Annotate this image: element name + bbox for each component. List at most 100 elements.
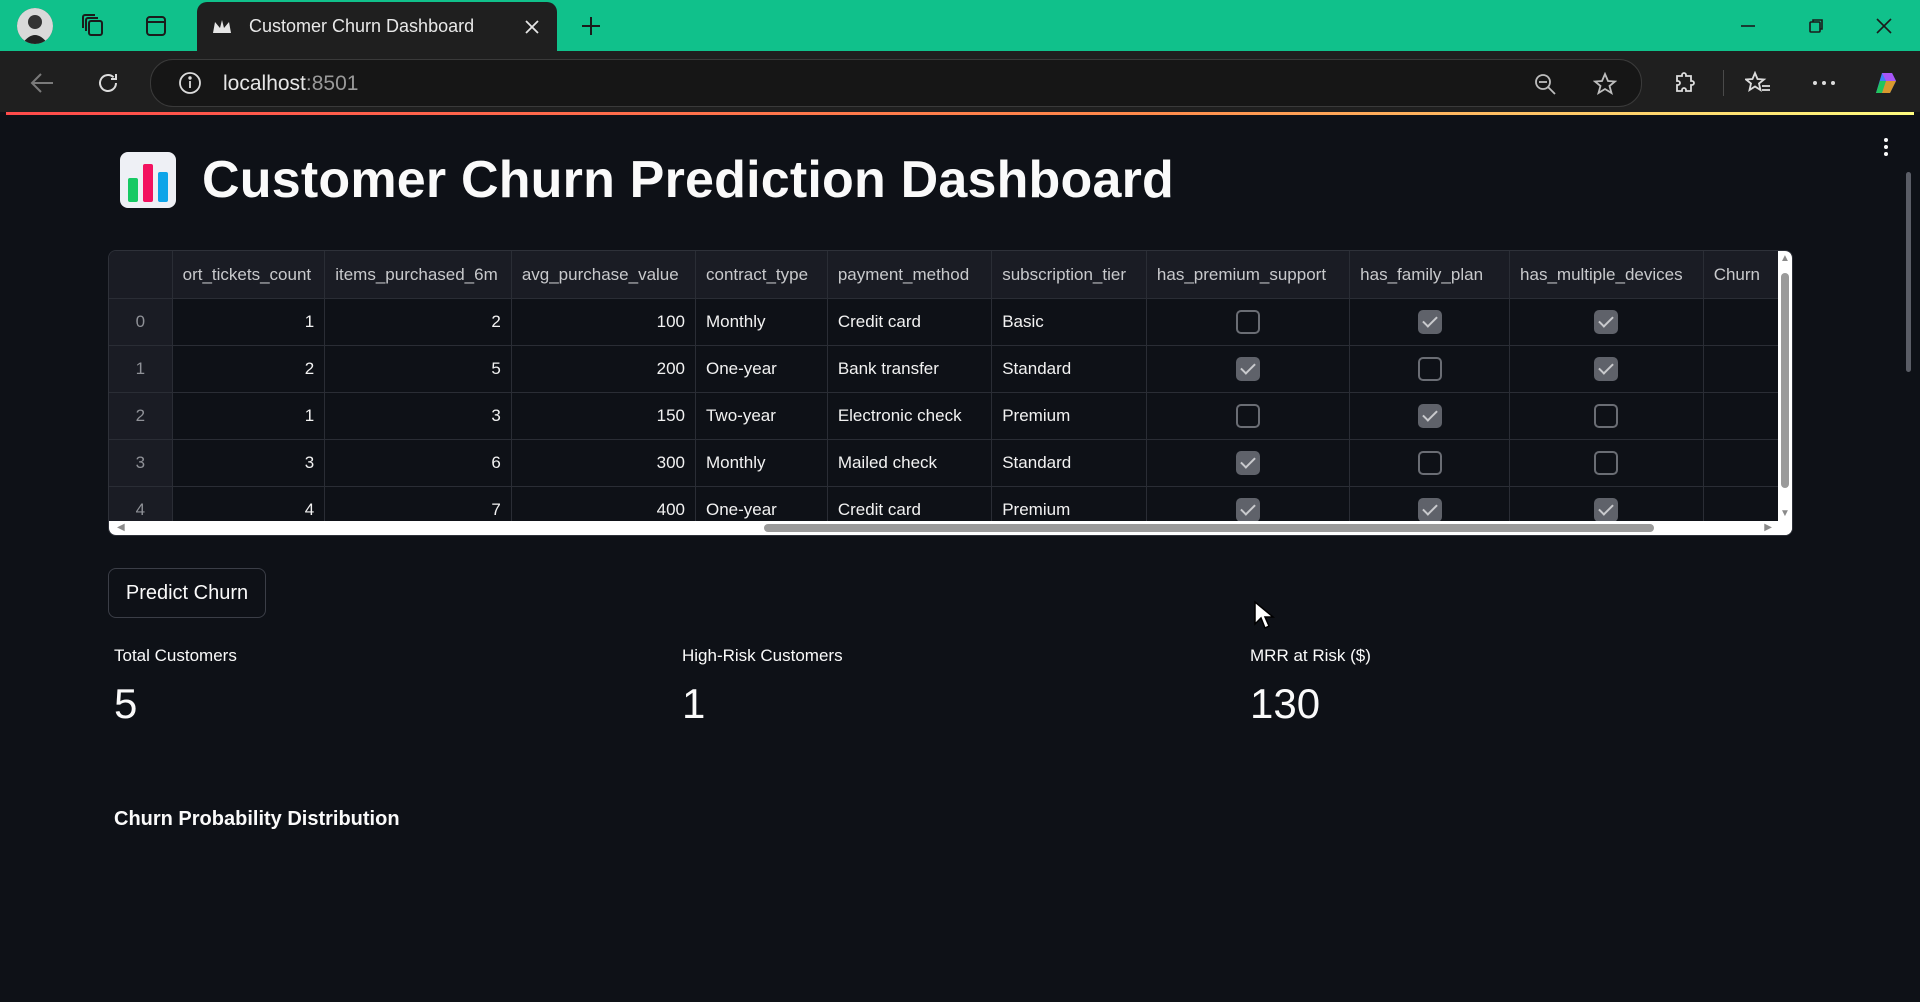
items-purchased-cell[interactable]: 2 xyxy=(324,298,512,346)
family-plan-checkbox[interactable] xyxy=(1417,451,1442,475)
multiple-devices-checkbox-cell[interactable] xyxy=(1509,439,1704,487)
profile-avatar[interactable] xyxy=(17,8,53,44)
avg-purchase-cell[interactable]: 100 xyxy=(511,298,696,346)
horizontal-scroll-thumb[interactable] xyxy=(764,524,1654,532)
main-menu-icon[interactable] xyxy=(1876,134,1896,160)
premium-support-checkbox-cell[interactable] xyxy=(1146,439,1351,487)
payment-method-cell[interactable]: Bank transfer xyxy=(827,345,993,393)
page-scrollbar[interactable] xyxy=(1906,172,1911,372)
contract-type-cell[interactable]: Two-year xyxy=(695,392,828,440)
column-header-index[interactable] xyxy=(109,251,173,299)
extensions-icon[interactable] xyxy=(1667,65,1703,101)
premium-support-checkbox[interactable] xyxy=(1236,310,1261,334)
support-tickets-cell[interactable]: 3 xyxy=(172,439,326,487)
column-header-family-plan[interactable]: has_family_plan xyxy=(1349,251,1511,299)
restore-icon[interactable] xyxy=(1796,8,1836,44)
contract-type-cell[interactable]: Monthly xyxy=(695,298,828,346)
row-index-cell[interactable]: 1 xyxy=(109,345,173,393)
subscription-tier-cell[interactable]: Basic xyxy=(991,298,1147,346)
multiple-devices-checkbox-cell[interactable] xyxy=(1509,392,1704,440)
copilot-icon[interactable] xyxy=(1868,65,1904,101)
multiple-devices-checkbox-cell[interactable] xyxy=(1509,345,1704,393)
column-header-subscription-tier[interactable]: subscription_tier xyxy=(991,251,1147,299)
favorite-star-icon[interactable] xyxy=(1591,70,1619,98)
premium-support-checkbox[interactable] xyxy=(1236,498,1261,522)
multiple-devices-checkbox[interactable] xyxy=(1594,498,1619,522)
data-frame[interactable]: ort_tickets_count items_purchased_6m avg… xyxy=(108,250,1793,536)
payment-method-cell[interactable]: Mailed check xyxy=(827,439,993,487)
zoom-out-icon[interactable] xyxy=(1531,70,1559,98)
scroll-right-arrow-icon[interactable]: ▶ xyxy=(1764,522,1772,533)
premium-support-checkbox-cell[interactable] xyxy=(1146,392,1351,440)
subscription-tier-cell[interactable]: Premium xyxy=(991,392,1147,440)
avg-purchase-cell[interactable]: 200 xyxy=(511,345,696,393)
multiple-devices-checkbox[interactable] xyxy=(1594,451,1619,475)
favorites-icon[interactable] xyxy=(1740,65,1776,101)
table-row[interactable]: 3 3 6 300 Monthly Mailed check Standard xyxy=(109,439,1792,487)
table-row[interactable]: 0 1 2 100 Monthly Credit card Basic xyxy=(109,298,1792,346)
items-purchased-cell[interactable]: 3 xyxy=(324,392,512,440)
family-plan-checkbox-cell[interactable] xyxy=(1349,345,1511,393)
workspaces-icon[interactable] xyxy=(77,10,109,42)
avg-purchase-cell[interactable]: 300 xyxy=(511,439,696,487)
vertical-scroll-thumb[interactable] xyxy=(1781,273,1789,488)
premium-support-checkbox-cell[interactable] xyxy=(1146,345,1351,393)
row-index-cell[interactable]: 3 xyxy=(109,439,173,487)
subscription-tier-cell[interactable]: Standard xyxy=(991,439,1147,487)
vertical-tabs-icon[interactable] xyxy=(140,10,172,42)
family-plan-checkbox[interactable] xyxy=(1417,310,1442,334)
table-row[interactable]: 2 1 3 150 Two-year Electronic check Premium xyxy=(109,392,1792,440)
column-header-contract-type[interactable]: contract_type xyxy=(695,251,828,299)
premium-support-checkbox[interactable] xyxy=(1236,404,1261,428)
site-info-icon[interactable] xyxy=(177,70,203,96)
payment-method-cell[interactable]: Credit card xyxy=(827,298,993,346)
column-header-support-tickets[interactable]: ort_tickets_count xyxy=(172,251,326,299)
multiple-devices-checkbox[interactable] xyxy=(1594,357,1619,381)
column-header-premium-support[interactable]: has_premium_support xyxy=(1146,251,1351,299)
support-tickets-cell[interactable]: 2 xyxy=(172,345,326,393)
avg-purchase-cell[interactable]: 150 xyxy=(511,392,696,440)
metric-label: MRR at Risk ($) xyxy=(1250,646,1371,665)
scroll-left-arrow-icon[interactable]: ◀ xyxy=(117,522,125,533)
multiple-devices-checkbox[interactable] xyxy=(1594,310,1619,334)
address-bar[interactable]: localhost:8501 xyxy=(150,59,1642,107)
support-tickets-cell[interactable]: 1 xyxy=(172,298,326,346)
contract-type-cell[interactable]: One-year xyxy=(695,345,828,393)
family-plan-checkbox-cell[interactable] xyxy=(1349,392,1511,440)
scroll-down-arrow-icon[interactable]: ▼ xyxy=(1780,508,1790,519)
premium-support-checkbox[interactable] xyxy=(1236,357,1261,381)
row-index-cell[interactable]: 2 xyxy=(109,392,173,440)
subscription-tier-cell[interactable]: Standard xyxy=(991,345,1147,393)
multiple-devices-checkbox[interactable] xyxy=(1594,404,1619,428)
items-purchased-cell[interactable]: 6 xyxy=(324,439,512,487)
items-purchased-cell[interactable]: 5 xyxy=(324,345,512,393)
refresh-icon[interactable] xyxy=(90,65,126,101)
support-tickets-cell[interactable]: 1 xyxy=(172,392,326,440)
payment-method-cell[interactable]: Electronic check xyxy=(827,392,993,440)
family-plan-checkbox-cell[interactable] xyxy=(1349,439,1511,487)
family-plan-checkbox[interactable] xyxy=(1417,498,1442,522)
minimize-icon[interactable] xyxy=(1728,8,1768,44)
more-options-icon[interactable] xyxy=(1806,65,1842,101)
premium-support-checkbox[interactable] xyxy=(1236,451,1261,475)
metric-value: 1 xyxy=(682,680,706,727)
back-icon[interactable] xyxy=(24,65,60,101)
premium-support-checkbox-cell[interactable] xyxy=(1146,298,1351,346)
active-tab[interactable]: Customer Churn Dashboard xyxy=(197,2,557,51)
column-header-avg-purchase[interactable]: avg_purchase_value xyxy=(511,251,696,299)
predict-churn-button[interactable]: Predict Churn xyxy=(108,568,266,618)
multiple-devices-checkbox-cell[interactable] xyxy=(1509,298,1704,346)
close-window-icon[interactable] xyxy=(1864,8,1904,44)
column-header-items-purchased[interactable]: items_purchased_6m xyxy=(324,251,512,299)
family-plan-checkbox[interactable] xyxy=(1417,404,1442,428)
close-tab-icon[interactable] xyxy=(519,14,545,40)
contract-type-cell[interactable]: Monthly xyxy=(695,439,828,487)
column-header-multiple-devices[interactable]: has_multiple_devices xyxy=(1509,251,1704,299)
scroll-up-arrow-icon[interactable]: ▲ xyxy=(1780,253,1790,264)
table-row[interactable]: 1 2 5 200 One-year Bank transfer Standard xyxy=(109,345,1792,393)
column-header-payment-method[interactable]: payment_method xyxy=(827,251,993,299)
family-plan-checkbox[interactable] xyxy=(1417,357,1442,381)
family-plan-checkbox-cell[interactable] xyxy=(1349,298,1511,346)
row-index-cell[interactable]: 0 xyxy=(109,298,173,346)
new-tab-icon[interactable] xyxy=(575,10,607,42)
